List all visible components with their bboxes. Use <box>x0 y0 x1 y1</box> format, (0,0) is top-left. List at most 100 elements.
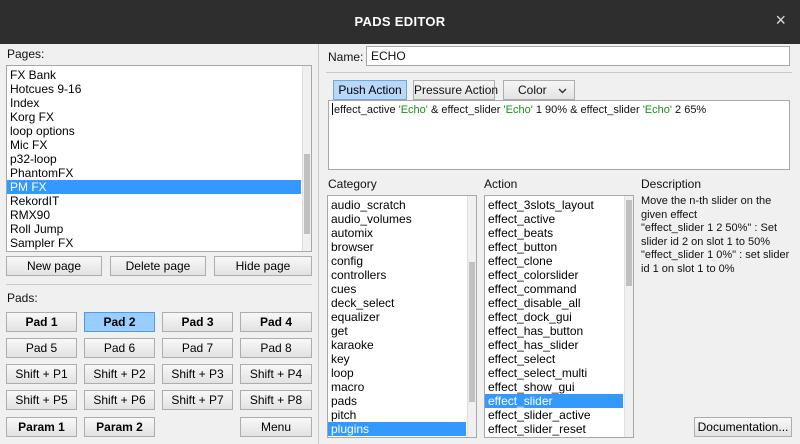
category-list-item[interactable]: karaoke <box>328 338 466 352</box>
shift-p5-button[interactable]: Shift + P5 <box>6 390 77 410</box>
action-list-item[interactable]: effect_slider_active <box>485 408 623 422</box>
pages-label: Pages: <box>7 47 45 61</box>
action-list-item[interactable]: effect_slider_reset <box>485 422 623 436</box>
category-list-item[interactable]: loop <box>328 366 466 380</box>
param-1-button[interactable]: Param 1 <box>6 417 77 437</box>
category-list-item[interactable]: config <box>328 254 466 268</box>
action-list-item[interactable]: effect_active <box>485 212 623 226</box>
tab-pressure-action[interactable]: Pressure Action <box>413 80 498 100</box>
name-label: Name: <box>328 50 364 64</box>
close-icon[interactable]: × <box>775 11 786 29</box>
page-list-item[interactable]: p32-loop <box>7 152 301 166</box>
category-list-item[interactable]: deck_select <box>328 296 466 310</box>
category-list-item[interactable]: pitch <box>328 408 466 422</box>
shift-p7-button[interactable]: Shift + P7 <box>162 390 233 410</box>
shift-p2-button[interactable]: Shift + P2 <box>84 364 155 384</box>
page-list-item[interactable]: RMX90 <box>7 208 301 222</box>
pages-scroll-thumb[interactable] <box>304 154 310 234</box>
category-list-item[interactable]: controllers <box>328 268 466 282</box>
pad-4-button[interactable]: Pad 4 <box>240 312 312 332</box>
script-part-4: 2 65% <box>671 104 707 116</box>
action-list-item[interactable]: effect_has_slider <box>485 338 623 352</box>
page-list-item[interactable]: Index <box>7 96 301 110</box>
page-list-item[interactable]: PhantomFX <box>7 166 301 180</box>
shift-p8-button[interactable]: Shift + P8 <box>240 390 312 410</box>
action-list-item[interactable]: effect_dock_gui <box>485 310 623 324</box>
category-list-item[interactable]: audio_volumes <box>328 212 466 226</box>
category-list-item[interactable]: equalizer <box>328 310 466 324</box>
category-list[interactable]: audio_scratch audio_volumes automix browser… <box>327 195 477 438</box>
action-list-item[interactable]: effect_show_gui <box>485 380 623 394</box>
page-list-item[interactable]: Korg FX <box>7 110 301 124</box>
action-list-item[interactable]: effect_command <box>485 282 623 296</box>
action-script-editor[interactable]: effect_active 'Echo' & effect_slider 'Ec… <box>328 100 790 170</box>
description-line: "effect_slider 1 0%" : set slider <box>641 249 790 261</box>
action-list-item[interactable]: effect_button <box>485 240 623 254</box>
shift-p1-button[interactable]: Shift + P1 <box>6 364 77 384</box>
hide-page-button[interactable]: Hide page <box>214 256 312 276</box>
pad-2-button[interactable]: Pad 2 <box>84 312 155 332</box>
page-list-item[interactable]: FX Bank <box>7 68 301 82</box>
script-part-1: effect_active <box>334 104 399 116</box>
category-list-item[interactable]: key <box>328 352 466 366</box>
action-label: Action <box>484 177 518 191</box>
category-list-item[interactable]: pads <box>328 394 466 408</box>
pages-divider <box>6 284 312 285</box>
pages-scrollbar[interactable] <box>302 66 311 251</box>
pad-1-button[interactable]: Pad 1 <box>6 312 77 332</box>
new-page-button[interactable]: New page <box>6 256 102 276</box>
action-list-item[interactable]: effect_select_multi <box>485 366 623 380</box>
text-caret <box>332 103 333 115</box>
shift-p4-button[interactable]: Shift + P4 <box>240 364 312 384</box>
pad-7-button[interactable]: Pad 7 <box>162 338 233 358</box>
documentation-button[interactable]: Documentation... <box>694 417 792 437</box>
pad-5-button[interactable]: Pad 5 <box>6 338 77 358</box>
delete-page-button[interactable]: Delete page <box>110 256 206 276</box>
color-dropdown[interactable]: Color <box>503 80 575 100</box>
action-scroll-thumb[interactable] <box>626 200 632 286</box>
page-list-item[interactable]: loop options <box>7 124 301 138</box>
description-label: Description <box>641 177 702 191</box>
name-input[interactable]: ECHO <box>366 46 790 66</box>
shift-p6-button[interactable]: Shift + P6 <box>84 390 155 410</box>
category-list-item[interactable]: cues <box>328 282 466 296</box>
category-list-item[interactable]: get <box>328 324 466 338</box>
category-list-item[interactable]: browser <box>328 240 466 254</box>
color-dropdown-label: Color <box>518 83 547 97</box>
action-list-item[interactable]: effect_3slots_layout <box>485 198 623 212</box>
tab-push-action[interactable]: Push Action <box>333 80 407 100</box>
script-string-2: 'Echo' <box>503 104 533 116</box>
shift-p3-button[interactable]: Shift + P3 <box>162 364 233 384</box>
action-list-item[interactable]: effect_beats <box>485 226 623 240</box>
script-string-3: 'Echo' <box>642 104 672 116</box>
category-list-item[interactable]: automix <box>328 226 466 240</box>
menu-button[interactable]: Menu <box>240 417 312 437</box>
action-list-item[interactable]: effect_slider <box>485 394 623 408</box>
action-list[interactable]: effect_3slots_layout effect_active effect_… <box>484 195 634 438</box>
param-2-button[interactable]: Param 2 <box>84 417 155 437</box>
action-scrollbar[interactable] <box>624 196 633 437</box>
action-list-item[interactable]: effect_colorslider <box>485 268 623 282</box>
pad-3-button[interactable]: Pad 3 <box>162 312 233 332</box>
action-list-item[interactable]: effect_has_button <box>485 324 623 338</box>
category-scrollbar[interactable] <box>467 196 476 437</box>
page-list-item[interactable]: Mic FX <box>7 138 301 152</box>
page-list-item[interactable]: Roll Jump <box>7 222 301 236</box>
page-list-item[interactable]: Hotcues 9-16 <box>7 82 301 96</box>
page-list-item[interactable]: RekordIT <box>7 194 301 208</box>
action-list-item[interactable]: effect_select <box>485 352 623 366</box>
category-scroll-thumb[interactable] <box>469 262 475 402</box>
page-list-item[interactable]: Sampler FX <box>7 236 301 250</box>
panel-divider <box>318 44 319 444</box>
description-line: given effect <box>641 208 698 221</box>
action-list-item[interactable]: effect_clone <box>485 254 623 268</box>
category-label: Category <box>328 177 377 191</box>
category-list-item[interactable]: plugins <box>328 422 466 436</box>
pages-list[interactable]: FX Bank Hotcues 9-16 Index Korg FX loop opti… <box>6 65 312 252</box>
page-list-item[interactable]: PM FX <box>7 180 301 194</box>
category-list-item[interactable]: macro <box>328 380 466 394</box>
category-list-item[interactable]: audio_scratch <box>328 198 466 212</box>
pad-6-button[interactable]: Pad 6 <box>84 338 155 358</box>
pad-8-button[interactable]: Pad 8 <box>240 338 312 358</box>
action-list-item[interactable]: effect_disable_all <box>485 296 623 310</box>
